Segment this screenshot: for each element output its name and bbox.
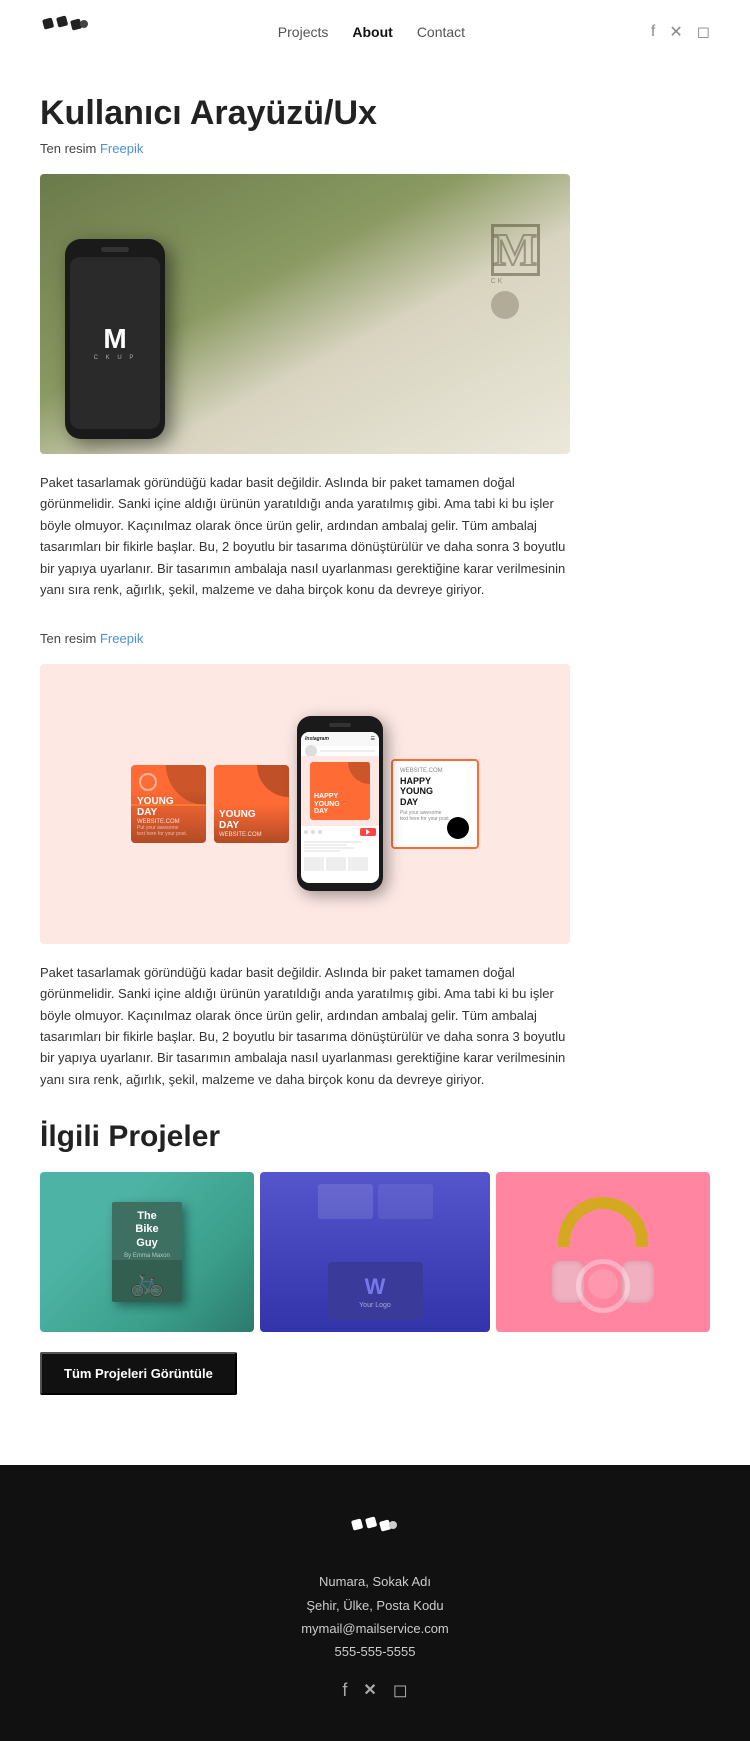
- related-projects-title: İlgili Projeler: [40, 1120, 710, 1154]
- project-image-1: M C K U P M CK: [40, 174, 570, 454]
- related-projects-section: İlgili Projeler TheBikeGuy By Emma Maxon…: [40, 1120, 710, 1425]
- project-image-2: YOUNGDAY WEBSITE.COM Put your awesometex…: [40, 664, 570, 944]
- footer-address-line2: Şehir, Ülke, Posta Kodu: [40, 1594, 710, 1617]
- main-content: Kullanıcı Arayüzü/Ux Ten resim Freepik M…: [0, 64, 750, 1465]
- footer-address: Numara, Sokak Adı Şehir, Ülke, Posta Kod…: [40, 1570, 710, 1664]
- social-card-2: YOUNGDAY WEBSITE.COM: [214, 765, 289, 843]
- header-social-links: f ✕ ◻: [651, 22, 710, 42]
- instagram-phone-mockup: Instagram ☰ HAPPYYOUNGDAY: [297, 716, 383, 891]
- footer-facebook-icon[interactable]: f: [342, 1680, 347, 1701]
- footer-logo: [40, 1515, 710, 1554]
- freepik-link-2[interactable]: Freepik: [100, 631, 143, 646]
- your-logo-label: Your Logo: [359, 1302, 391, 1309]
- site-header: Projects About Contact f ✕ ◻: [0, 0, 750, 64]
- related-project-1[interactable]: TheBikeGuy By Emma Maxon 🚲: [40, 1172, 254, 1332]
- image-credit-2: Ten resim Freepik: [40, 631, 710, 646]
- phone-mockup-1: M C K U P: [65, 239, 165, 439]
- related-projects-grid: TheBikeGuy By Emma Maxon 🚲 W: [40, 1172, 710, 1332]
- social-card-1: YOUNGDAY WEBSITE.COM Put your awesometex…: [131, 765, 206, 843]
- nav-projects[interactable]: Projects: [278, 24, 329, 40]
- m-logo-outline: M CK: [491, 224, 540, 319]
- site-logo[interactable]: [40, 14, 92, 50]
- page-title: Kullanıcı Arayüzü/Ux: [40, 94, 710, 133]
- image-credit-1: Ten resim Freepik: [40, 141, 710, 156]
- footer-phone: 555-555-5555: [40, 1640, 710, 1663]
- footer-address-line1: Numara, Sokak Adı: [40, 1570, 710, 1593]
- twitter-x-icon[interactable]: ✕: [669, 22, 682, 42]
- description-2: Paket tasarlamak göründüğü kadar basit d…: [40, 962, 570, 1091]
- related-project-2[interactable]: W Your Logo: [260, 1172, 490, 1332]
- happy-young-day-card: WEBSITE.COM HAPPYYOUNGDAY Put your aweso…: [391, 759, 479, 849]
- instagram-icon[interactable]: ◻: [697, 22, 710, 42]
- nav-contact[interactable]: Contact: [417, 24, 465, 40]
- site-footer: Numara, Sokak Adı Şehir, Ülke, Posta Kod…: [0, 1465, 750, 1741]
- related-project-3[interactable]: [496, 1172, 710, 1332]
- footer-twitter-x-icon[interactable]: ✕: [363, 1680, 376, 1701]
- freepik-link-1[interactable]: Freepik: [100, 141, 143, 156]
- view-all-projects-button[interactable]: Tüm Projeleri Görüntüle: [40, 1352, 237, 1395]
- footer-social-links: f ✕ ◻: [40, 1680, 710, 1701]
- nav-about[interactable]: About: [352, 24, 392, 40]
- facebook-icon[interactable]: f: [651, 23, 655, 41]
- footer-email: mymail@mailservice.com: [40, 1617, 710, 1640]
- main-nav: Projects About Contact: [278, 24, 465, 40]
- description-1: Paket tasarlamak göründüğü kadar basit d…: [40, 472, 570, 601]
- footer-instagram-icon[interactable]: ◻: [393, 1680, 408, 1701]
